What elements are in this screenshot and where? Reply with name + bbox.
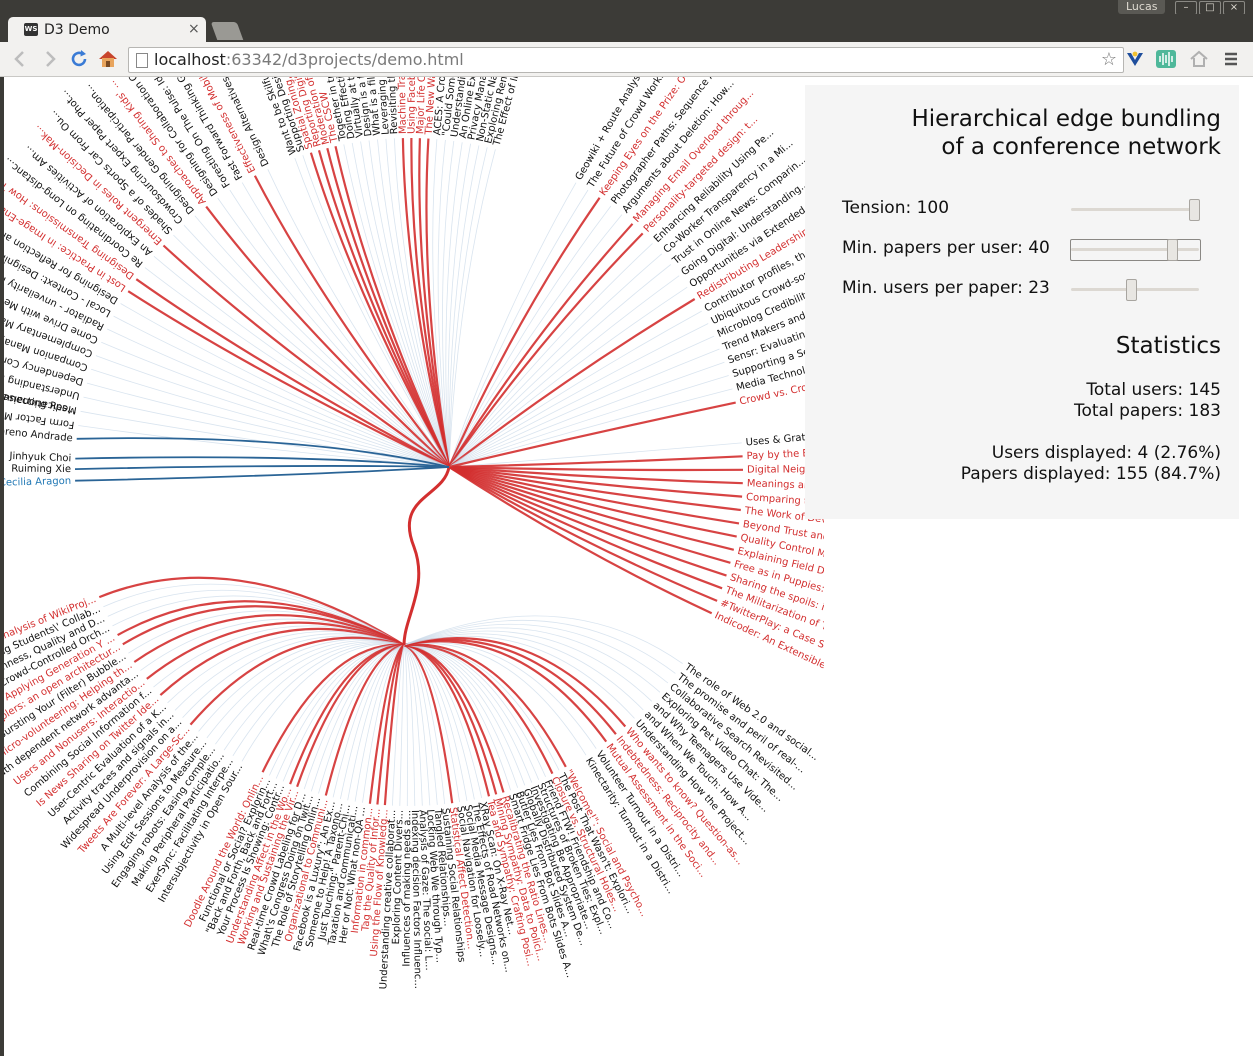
edge-layer [74, 137, 744, 807]
reload-icon[interactable] [68, 48, 90, 70]
edge [403, 644, 416, 806]
edge [174, 633, 405, 711]
panel-title-line2: of a conference network [941, 134, 1221, 160]
edge [403, 644, 423, 806]
tab-close-icon[interactable]: × [188, 21, 200, 37]
edge [448, 348, 720, 468]
papers-displayed-stat: Papers displayed: 155 (84.7%) [960, 464, 1221, 484]
edge [448, 323, 709, 468]
user-node-label[interactable]: Ruiming Xie [11, 464, 71, 476]
star-icon[interactable]: ☆ [1101, 49, 1117, 70]
tab-d3-demo[interactable]: WS D3 Demo × [8, 17, 206, 42]
tension-slider[interactable] [1071, 199, 1200, 221]
home-outline-icon[interactable] [1188, 48, 1210, 70]
tab-title: D3 Demo [44, 22, 110, 38]
min-users-slider-thumb[interactable] [1126, 279, 1137, 301]
equalizer-icon[interactable] [1155, 48, 1177, 70]
extension-icon[interactable] [1124, 48, 1146, 70]
webstorm-favicon-icon: WS [24, 23, 38, 36]
users-displayed-stat: Users displayed: 4 (2.76%) [991, 443, 1221, 463]
tension-slider-thumb[interactable] [1189, 199, 1200, 221]
edge [448, 243, 653, 468]
edge [282, 644, 405, 782]
maximize-window-button[interactable]: □ [1199, 1, 1221, 15]
edge [103, 583, 405, 646]
edge [162, 244, 450, 468]
total-users-stat: Total users: 145 [1086, 380, 1221, 400]
min-users-label: Min. users per paper: 23 [842, 278, 1050, 298]
edge [448, 253, 663, 468]
minimize-window-button[interactable]: – [1175, 1, 1197, 15]
min-papers-slider-thumb[interactable] [1167, 239, 1178, 261]
edge [448, 455, 743, 469]
page-icon [136, 53, 148, 68]
edge [403, 643, 567, 768]
tension-label: Tension: 100 [842, 198, 950, 218]
user-node-label[interactable]: Jinhyuk Choi [8, 451, 71, 465]
address-bar[interactable]: localhost:63342/d3projects/demo.html ☆ [128, 47, 1124, 73]
min-users-slider[interactable] [1071, 279, 1199, 301]
edge-bundling-graph: Uses & Gratifications of a Fac...Pay by … [4, 77, 824, 990]
new-tab-button[interactable] [210, 22, 244, 40]
os-top-bar: Lucas – □ × [0, 0, 1253, 15]
user-edge [74, 465, 450, 470]
edge [403, 644, 408, 807]
page-viewport: Uses & Gratifications of a Fac...Pay by … [4, 77, 1253, 1056]
min-papers-slider[interactable] [1071, 239, 1199, 261]
os-user-indicator[interactable]: Lucas [1118, 0, 1166, 14]
tab-strip: WS D3 Demo × [0, 14, 1253, 42]
browser-toolbar: localhost:63342/d3projects/demo.html ☆ [0, 42, 1253, 77]
back-arrow-icon[interactable] [10, 48, 32, 70]
menu-icon[interactable] [1220, 48, 1242, 70]
close-window-button[interactable]: × [1223, 1, 1245, 15]
min-papers-label: Min. papers per user: 40 [842, 238, 1050, 258]
home-icon[interactable] [97, 48, 119, 70]
panel-title: Hierarchical edge bundling of a conferen… [911, 105, 1221, 161]
panel-title-line1: Hierarchical edge bundling [911, 106, 1221, 132]
edge [91, 368, 450, 468]
user-edge [75, 466, 450, 482]
bundle-trunk [402, 466, 451, 646]
statistics-heading: Statistics [1115, 333, 1221, 359]
forward-arrow-icon[interactable] [38, 48, 60, 70]
control-panel: Hierarchical edge bundling of a conferen… [805, 85, 1239, 519]
edge [448, 335, 715, 468]
total-papers-stat: Total papers: 183 [1074, 401, 1221, 421]
url-text[interactable]: localhost:63342/d3projects/demo.html [154, 50, 464, 69]
user-node-label[interactable]: Cecilia Aragon [4, 476, 71, 489]
